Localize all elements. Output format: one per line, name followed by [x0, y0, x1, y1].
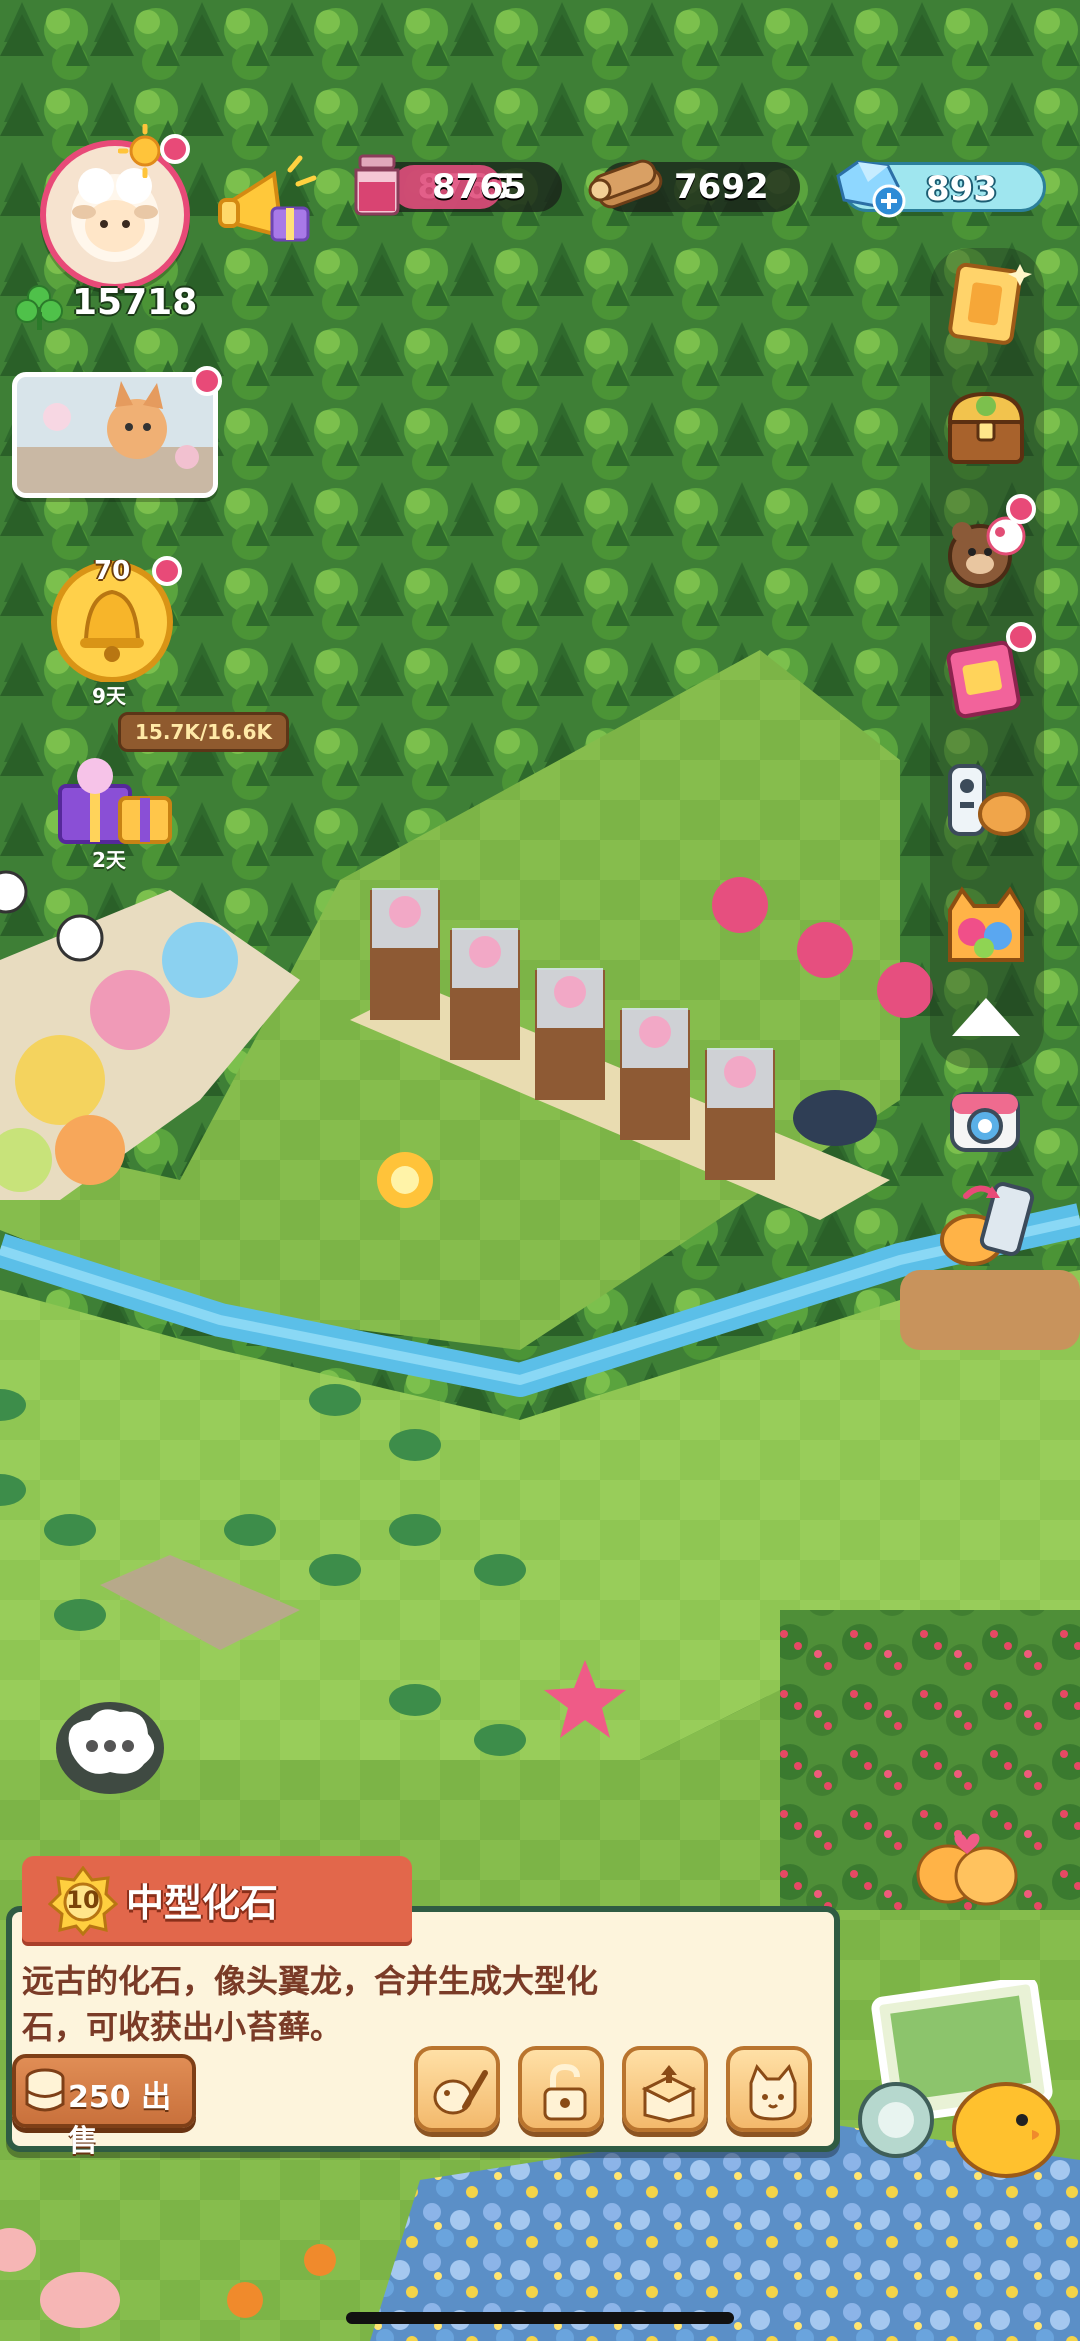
- remote-bread-button[interactable]: [940, 756, 1032, 848]
- unlock-icon: [543, 2063, 587, 2121]
- player-points: 15718: [14, 282, 198, 332]
- bell-notification-dot: [152, 556, 182, 586]
- event-photo-notification-dot: [192, 366, 222, 396]
- remote-bread-icon: [948, 764, 1030, 836]
- storage-box-icon: [641, 2065, 697, 2123]
- collapse-arrow-icon: [952, 998, 1020, 1036]
- unlock-item-button[interactable]: [518, 2046, 604, 2132]
- wood-log-icon: [588, 159, 663, 209]
- gift-timer: 2天: [92, 848, 126, 872]
- phone-trade-button[interactable]: [936, 1178, 1046, 1274]
- dig-item-button[interactable]: [414, 2046, 500, 2132]
- store-item-button[interactable]: [622, 2046, 708, 2132]
- orchard-output-value: 15.7K/16.6K: [135, 720, 272, 744]
- treasure-chest-button[interactable]: [940, 382, 1032, 474]
- item-level-value: 10: [66, 1886, 100, 1914]
- wood-value: 7692: [674, 167, 769, 207]
- cat-bag-icon: [948, 886, 1024, 962]
- item-title: 中型化石: [126, 1881, 279, 1925]
- cat-face-icon: [749, 2064, 797, 2121]
- sell-button[interactable]: 250 出售: [12, 2054, 196, 2159]
- player-points-value: 15718: [72, 282, 198, 323]
- event-photo-card[interactable]: [12, 372, 218, 498]
- event-timer: 9天: [92, 684, 126, 708]
- avatar-notification-dot: [160, 134, 190, 164]
- treasure-chest-icon: [947, 391, 1025, 464]
- cat-info-button[interactable]: [726, 2046, 812, 2132]
- home-indicator[interactable]: [346, 2312, 734, 2324]
- camera-icon: [950, 1092, 1020, 1152]
- collapse-menu-button[interactable]: [940, 984, 1032, 1054]
- item-description: 远古的化石，像头翼龙，合并生成大型化 石，可收获出小苔藓。: [22, 1958, 782, 2050]
- chick-shovel-icon: [433, 2070, 488, 2115]
- megaphone-icon[interactable]: [212, 150, 322, 260]
- phone-trade-icon: [940, 1182, 1035, 1266]
- clover-icon: [15, 285, 63, 330]
- gem-value: 893: [926, 169, 997, 209]
- item-level-badge: 10: [47, 1865, 119, 1937]
- chat-bubble-icon: [56, 1702, 164, 1794]
- chick-love-button[interactable]: [912, 1820, 1022, 1910]
- chat-button[interactable]: [50, 1692, 168, 1800]
- camera-button[interactable]: [944, 1080, 1026, 1162]
- coin-stack-icon: [25, 2068, 65, 2112]
- sell-button-label: 250 出售: [68, 2080, 172, 2159]
- gift-box-icon[interactable]: [50, 746, 180, 856]
- cat-bag-button[interactable]: [940, 880, 1032, 972]
- pets-notification-dot: [1006, 494, 1036, 524]
- quest-book-button[interactable]: [940, 258, 1032, 350]
- add-gems-icon[interactable]: [872, 184, 906, 218]
- photo-album-button[interactable]: [856, 1976, 1080, 2180]
- event-photo-fox-icon: [17, 377, 213, 493]
- potion-jar-icon: [354, 154, 400, 216]
- item-description-line-1: 远古的化石，像头翼龙，合并生成大型化: [22, 1962, 599, 2000]
- event-counter: 70: [94, 556, 131, 586]
- chick-love-icon: [916, 1833, 1018, 1906]
- quest-book-icon: [948, 262, 1032, 345]
- recipe-notification-dot: [1006, 622, 1036, 652]
- photo-album-chick-icon: [858, 1976, 1060, 2178]
- potion-value-label: 8765: [432, 167, 527, 207]
- item-description-line-2: 石，可收获出小苔藓。: [22, 2008, 343, 2046]
